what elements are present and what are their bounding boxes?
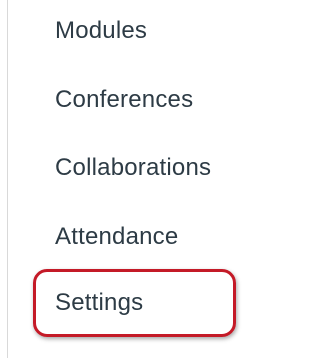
- nav-item-modules[interactable]: Modules: [55, 14, 147, 48]
- panel-divider: [7, 0, 8, 358]
- course-navigation-panel: Modules Conferences Collaborations Atten…: [0, 0, 261, 358]
- nav-item-attendance[interactable]: Attendance: [55, 220, 178, 254]
- nav-item-conferences[interactable]: Conferences: [55, 83, 193, 117]
- nav-item-collaborations[interactable]: Collaborations: [55, 151, 211, 185]
- nav-item-settings[interactable]: Settings: [55, 286, 143, 320]
